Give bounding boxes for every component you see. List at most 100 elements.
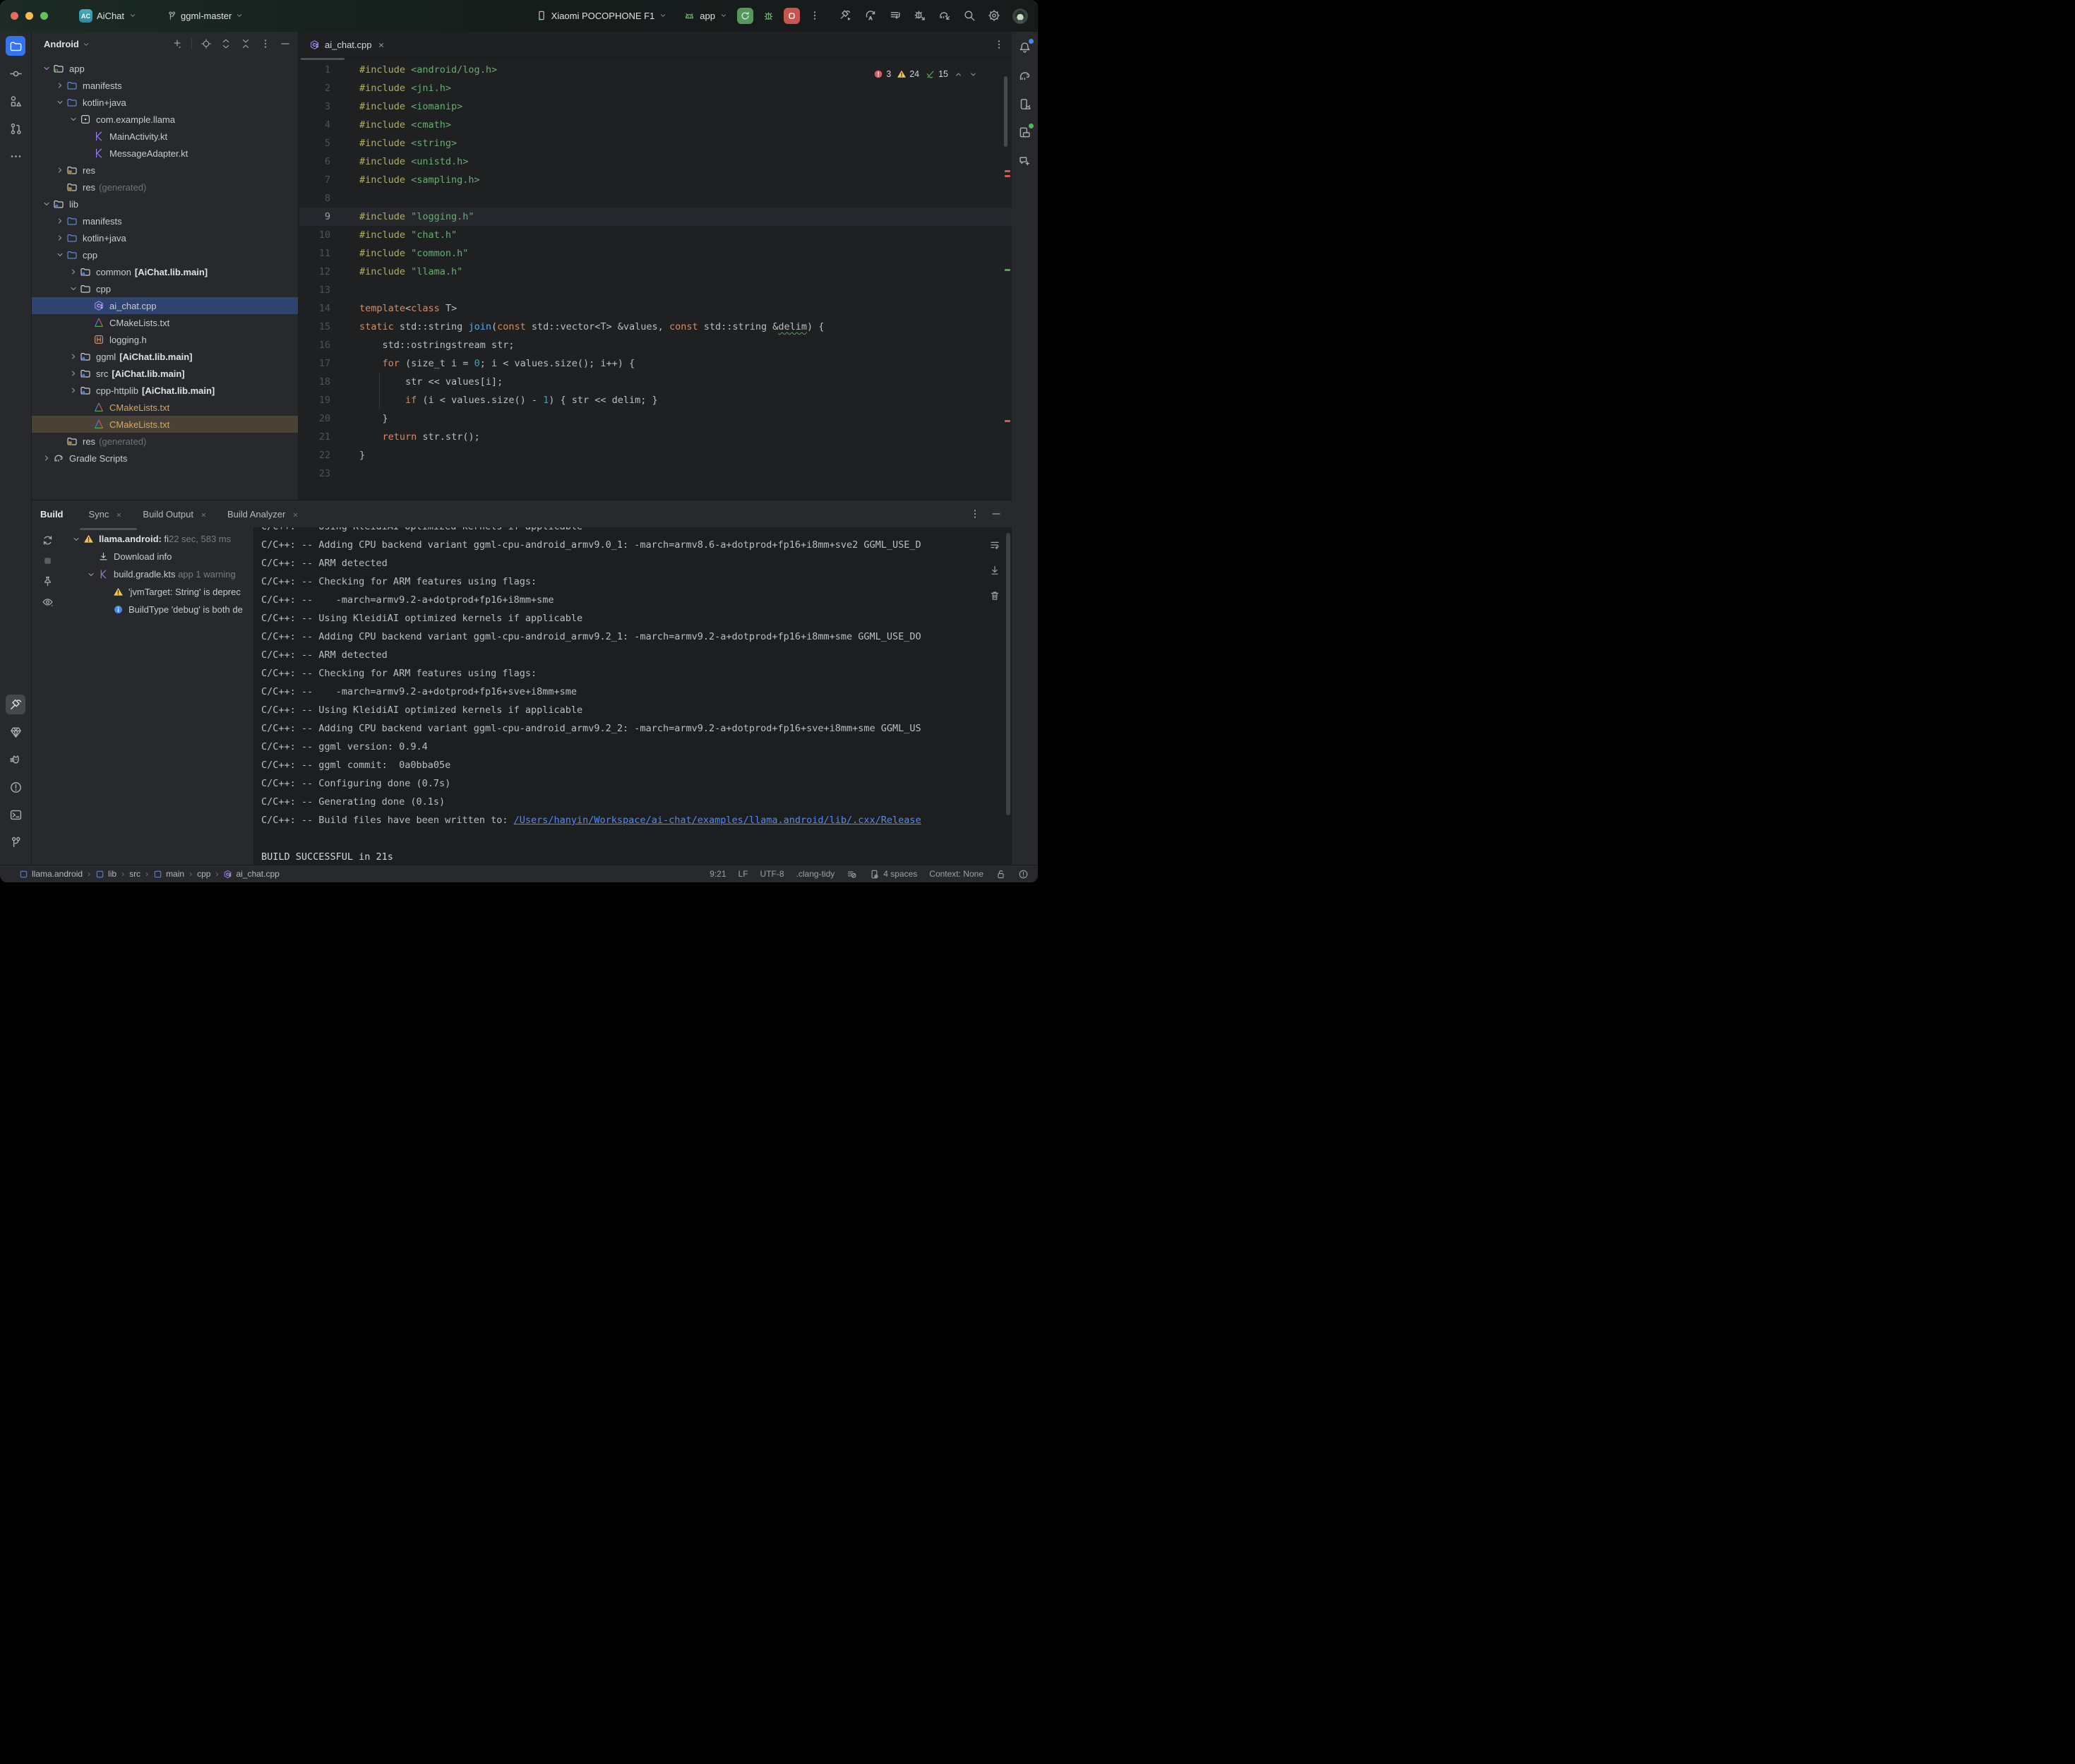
tool-stripe-gemini-assistant-button[interactable] — [1015, 150, 1035, 170]
code-editor[interactable]: 1#include <android/log.h>2#include <jni.… — [299, 58, 1012, 500]
line-number[interactable]: 23 — [299, 464, 330, 483]
more-actions-icon[interactable] — [809, 10, 820, 23]
code-line-23[interactable]: 23 — [299, 464, 1012, 483]
project-view-selector[interactable]: Android — [44, 39, 90, 49]
tree-item-logging-h[interactable]: logging.h — [32, 331, 298, 348]
line-number[interactable]: 12 — [299, 263, 330, 281]
close-window-button[interactable] — [11, 12, 18, 20]
build-tree-item[interactable]: build.gradle.kts app 1 warning — [63, 565, 253, 583]
passed-count[interactable]: 15 — [925, 68, 948, 79]
code-line-8[interactable]: 8 — [299, 189, 1012, 208]
tool-stripe-logcat-button[interactable] — [6, 750, 25, 769]
line-number[interactable]: 19 — [299, 391, 330, 409]
console-scroll-to-end-button[interactable] — [989, 561, 1000, 580]
project-selector[interactable]: AC AiChat — [79, 9, 137, 23]
maximize-window-button[interactable] — [40, 12, 48, 20]
toolbar-attach-debugger-button[interactable] — [914, 9, 926, 22]
build-tab-build-analyzer[interactable]: Build Analyzer — [227, 509, 299, 520]
tree-item-cpp-httplib[interactable]: cpp-httplib[AiChat.lib.main] — [32, 382, 298, 399]
breadcrumb-item[interactable]: lib — [95, 869, 116, 879]
close-icon[interactable] — [200, 511, 208, 519]
rerun-button[interactable] — [737, 8, 753, 24]
tool-stripe-commit-button[interactable] — [6, 64, 25, 83]
kebab-icon[interactable] — [993, 39, 1005, 50]
user-avatar[interactable] — [1012, 8, 1028, 24]
line-number[interactable]: 4 — [299, 116, 330, 134]
breadcrumb-item[interactable]: src — [129, 869, 140, 879]
tree-item-cmakelists-txt[interactable]: CMakeLists.txt — [32, 314, 298, 331]
tool-stripe-more-tools-button[interactable] — [6, 146, 25, 166]
code-line-9[interactable]: 9#include "logging.h" — [299, 208, 1012, 226]
code-line-3[interactable]: 3#include <iomanip> — [299, 97, 1012, 116]
toolbar-settings-gear-button[interactable] — [988, 9, 1000, 22]
line-number[interactable]: 18 — [299, 373, 330, 391]
tree-item-messageadapter-kt[interactable]: MessageAdapter.kt — [32, 145, 298, 162]
collapse-all-button[interactable] — [240, 37, 251, 50]
status-widget-error-outline[interactable] — [1018, 869, 1029, 880]
vcs-stripe-mark[interactable] — [1005, 269, 1010, 271]
minimize-window-button[interactable] — [25, 12, 33, 20]
close-icon[interactable] — [115, 509, 123, 520]
code-line-20[interactable]: 20 } — [299, 409, 1012, 428]
tool-stripe-gradle-button[interactable] — [1015, 66, 1035, 85]
tree-item-res[interactable]: res(generated) — [32, 433, 298, 450]
debug-button[interactable] — [763, 10, 775, 23]
line-number[interactable]: 21 — [299, 428, 330, 446]
tree-item-kotlin-java[interactable]: kotlin+java — [32, 229, 298, 246]
build-tab-sync[interactable]: Sync — [89, 509, 124, 520]
build-toolbar-preview-button[interactable] — [42, 596, 54, 608]
close-icon[interactable] — [115, 511, 123, 519]
tree-item-src[interactable]: src[AiChat.lib.main] — [32, 365, 298, 382]
tree-item-cmakelists-txt[interactable]: CMakeLists.txt — [32, 416, 298, 433]
console-clear-all-button[interactable] — [989, 587, 1000, 605]
error-stripe-mark[interactable] — [1005, 175, 1010, 177]
inspections-widget[interactable]: 32415 — [873, 68, 978, 79]
tree-item-kotlin-java[interactable]: kotlin+java — [32, 94, 298, 111]
line-number[interactable]: 8 — [299, 189, 330, 208]
locate-file-button[interactable] — [201, 37, 212, 50]
status-widget-context-none[interactable]: Context: None — [929, 869, 983, 879]
tree-item-lib[interactable]: lib — [32, 196, 298, 212]
tree-item-app[interactable]: app — [32, 60, 298, 77]
breadcrumb-item[interactable]: ai_chat.cpp — [223, 869, 279, 879]
toolbar-build-hammer-run-button[interactable] — [839, 9, 852, 22]
status-widget-unlock[interactable] — [995, 869, 1006, 880]
panel-options-button[interactable] — [260, 37, 271, 50]
project-add-button[interactable] — [172, 37, 183, 50]
stop-button[interactable] — [784, 8, 800, 24]
code-line-17[interactable]: 17 for (size_t i = 0; i < values.size();… — [299, 354, 1012, 373]
close-icon[interactable] — [377, 40, 385, 50]
toolbar-build-variants-button[interactable] — [889, 9, 902, 22]
code-line-18[interactable]: 18 str << values[i]; — [299, 373, 1012, 391]
tree-item-cpp[interactable]: cpp — [32, 246, 298, 263]
tool-stripe-project-folder-button[interactable] — [6, 36, 25, 56]
tree-item-manifests[interactable]: manifests — [32, 77, 298, 94]
code-line-21[interactable]: 21 return str.str(); — [299, 428, 1012, 446]
tool-stripe-app-quality-insights-button[interactable] — [6, 722, 25, 742]
line-number[interactable]: 2 — [299, 79, 330, 97]
close-icon[interactable] — [292, 511, 299, 519]
code-line-6[interactable]: 6#include <unistd.h> — [299, 152, 1012, 171]
breadcrumb-item[interactable]: llama.android — [19, 869, 83, 879]
code-line-14[interactable]: 14template<class T> — [299, 299, 1012, 318]
line-number[interactable]: 13 — [299, 281, 330, 299]
line-number[interactable]: 7 — [299, 171, 330, 189]
line-number[interactable]: 1 — [299, 61, 330, 79]
line-number[interactable]: 17 — [299, 354, 330, 373]
status-widget-4-spaces[interactable]: 4 spaces — [869, 869, 917, 880]
line-number[interactable]: 3 — [299, 97, 330, 116]
kebab-icon[interactable] — [969, 508, 981, 520]
tool-stripe-running-devices-button[interactable] — [1015, 122, 1035, 142]
line-number[interactable]: 10 — [299, 226, 330, 244]
code-line-16[interactable]: 16 std::ostringstream str; — [299, 336, 1012, 354]
editor-vscrollbar-thumb[interactable] — [1004, 76, 1007, 147]
tree-item-res[interactable]: res(generated) — [32, 179, 298, 196]
console-soft-wrap-button[interactable] — [989, 536, 1000, 554]
close-icon[interactable] — [292, 509, 299, 520]
editor-tab-ai-chat-cpp[interactable]: ai_chat.cpp — [299, 32, 394, 57]
code-line-19[interactable]: 19 if (i < values.size() - 1) { str << d… — [299, 391, 1012, 409]
build-tree-item[interactable]: llama.android: fi22 sec, 583 ms — [63, 530, 253, 548]
next-problem-button[interactable] — [969, 68, 978, 78]
tool-stripe-pull-requests-button[interactable] — [6, 119, 25, 138]
build-tree-item[interactable]: Download info — [63, 548, 253, 565]
